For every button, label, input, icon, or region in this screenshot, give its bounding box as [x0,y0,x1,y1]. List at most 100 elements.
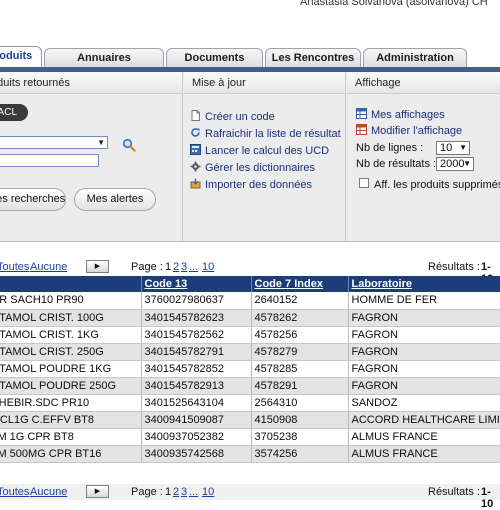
code13-cell: 3400937052382 [141,428,252,446]
tab-documents[interactable]: Documents [166,48,263,68]
refresh-results-action[interactable]: Rafraichir la liste de résultat [190,127,341,141]
footer-select-none-link[interactable]: Aucune [30,486,67,498]
my-searches-button[interactable]: Mes recherches [0,188,66,211]
results-toolbar: Toutes Aucune ▶ Page : 1 2 3 ... 10 Résu… [0,258,500,285]
table-view-icon [356,108,367,119]
tab-rencontres[interactable]: Les Rencontres [265,48,361,68]
compute-ucd-action[interactable]: Lancer le calcul des UCD [190,144,329,158]
main-tab-bar: Produits Annuaires Documents Les Rencont… [0,46,500,68]
table-row[interactable]: APHEBIR.SDC PR1034015256431042564310SAND… [0,394,500,412]
product-name-cell: ALM 500MG CPR BT16 [0,445,142,463]
footer-select-all-link[interactable]: Toutes [0,486,29,498]
code13-cell: 3760027980637 [141,292,252,310]
code7-cell: 4578285 [251,360,349,378]
search-icon[interactable] [122,138,136,152]
acl-pill[interactable]: ACL [0,104,28,121]
table-row[interactable]: CETAMOL CRIST. 1KG34015457825624578256FA… [0,326,500,344]
select-none-link[interactable]: Aucune [30,261,67,273]
tab-annuaires[interactable]: Annuaires [44,48,164,68]
import-icon [190,178,201,189]
code13-cell: 3401525643104 [141,394,252,412]
laboratory-cell: HOMME DE FER [348,292,500,310]
footer-page-2-link[interactable]: 2 [173,486,179,498]
lines-select[interactable]: 10 ▼ [436,141,470,155]
code7-cell: 2564310 [251,394,349,412]
manage-dictionaries-action[interactable]: Gérer les dictionnaires [190,161,315,175]
tab-produits[interactable]: Produits [0,46,42,68]
calculator-icon [190,144,201,155]
table-row[interactable]: CETAMOL POUDRE 250G34015457829134578291F… [0,377,500,395]
show-deleted-checkbox[interactable] [359,178,369,188]
code13-cell: 3401545782913 [141,377,252,395]
update-panel: Mise à jour Créer un code Rafraichir la … [184,72,346,242]
table-row[interactable]: ALM 1G CPR BT834009370523823705238ALMUS … [0,428,500,446]
code7-cell: 4578256 [251,326,349,344]
code13-cell: 3401545782852 [141,360,252,378]
table-row[interactable]: ALM 500MG CPR BT1634009357425683574256AL… [0,445,500,463]
laboratory-cell: FAGRON [348,309,500,327]
code7-cell: 4578262 [251,309,349,327]
results-count-label: Nb de résultats : [356,158,437,170]
user-info: Anastasia Solvanova (asolvanova) CH [300,0,488,8]
column-header-code7[interactable]: Code 7 Index [251,276,349,292]
table-row[interactable]: CETAMOL POUDRE 1KG34015457828524578285FA… [0,360,500,378]
my-views-link[interactable]: Mes affichages [356,108,445,122]
lines-label: Nb de lignes : [356,142,424,154]
laboratory-cell: FAGRON [348,326,500,344]
footer-page-1-link[interactable]: 1 [165,486,171,498]
import-data-action[interactable]: Importer des données [190,178,312,192]
column-header-name[interactable] [0,276,142,292]
product-name-cell: CETAMOL CRIST. 100G [0,309,142,327]
product-name-cell: APHEBIR.SDC PR10 [0,394,142,412]
page-2-link[interactable]: 2 [173,261,179,273]
footer-results-label: Résultats : [428,486,480,498]
more-pages-link[interactable]: ... [189,261,198,273]
table-row[interactable]: ADR SACH10 PR9037600279806372640152HOMME… [0,292,500,310]
last-page-link[interactable]: 10 [202,261,214,273]
create-code-action[interactable]: Créer un code [190,110,275,124]
footer-more-pages-link[interactable]: ... [189,486,198,498]
tool-panels: Produits retournés ACL ▼ Mes recherches … [0,72,500,242]
page-3-link[interactable]: 3 [181,261,187,273]
column-header-code13[interactable]: Code 13 [141,276,252,292]
laboratory-cell: ALMUS FRANCE [348,428,500,446]
product-name-cell: CETAMOL POUDRE 250G [0,377,142,395]
footer-page-label: Page : [131,486,163,498]
laboratory-cell: ACCORD HEALTHCARE LIMITED [348,411,500,429]
tab-administration[interactable]: Administration [363,48,467,68]
criteria-select[interactable]: ▼ [0,136,108,149]
refresh-icon [191,128,200,137]
next-arrow-icon[interactable]: ▶ [86,260,109,273]
footer-next-arrow-icon[interactable]: ▶ [86,485,109,498]
code7-cell: 3705238 [251,428,349,446]
page-1-link[interactable]: 1 [165,261,171,273]
edit-view-link[interactable]: Modifier l'affichage [356,124,462,138]
laboratory-cell: SANDOZ [348,394,500,412]
search-panel: Produits retournés ACL ▼ Mes recherches … [0,72,183,242]
chevron-down-icon: ▼ [459,143,467,152]
results-body: ADR SACH10 PR9037600279806372640152HOMME… [0,292,500,463]
column-header-laboratory[interactable]: Laboratoire [348,276,500,292]
code7-cell: 4578291 [251,377,349,395]
footer-page-3-link[interactable]: 3 [181,486,187,498]
results-table: Code 13 Code 7 Index Laboratoire ADR SAC… [0,276,500,463]
product-name-cell: ADR SACH10 PR90 [0,292,142,310]
footer-last-page-link[interactable]: 10 [202,486,214,498]
table-header-row: Code 13 Code 7 Index Laboratoire [0,276,500,292]
table-row[interactable]: CHCL1G C.EFFV BT834009415090874150908ACC… [0,411,500,429]
table-row[interactable]: CETAMOL CRIST. 250G34015457827914578279F… [0,343,500,361]
product-name-cell: CETAMOL CRIST. 250G [0,343,142,361]
search-panel-title: Produits retournés [0,72,182,94]
laboratory-cell: ALMUS FRANCE [348,445,500,463]
page-label: Page : [131,261,163,273]
bottom-pager: Toutes Aucune ▶ Page : 1 2 3 ... 10 Résu… [0,485,500,510]
table-row[interactable]: CETAMOL CRIST. 100G34015457826234578262F… [0,309,500,327]
footer-results-range: 1-10 [481,486,494,510]
search-input[interactable] [0,154,99,167]
select-all-link[interactable]: Toutes [0,261,29,273]
gear-icon [190,161,201,172]
code7-cell: 4150908 [251,411,349,429]
my-alerts-button[interactable]: Mes alertes [74,188,156,211]
results-count-select[interactable]: 2000 ▼ [436,157,474,171]
product-name-cell: CETAMOL CRIST. 1KG [0,326,142,344]
